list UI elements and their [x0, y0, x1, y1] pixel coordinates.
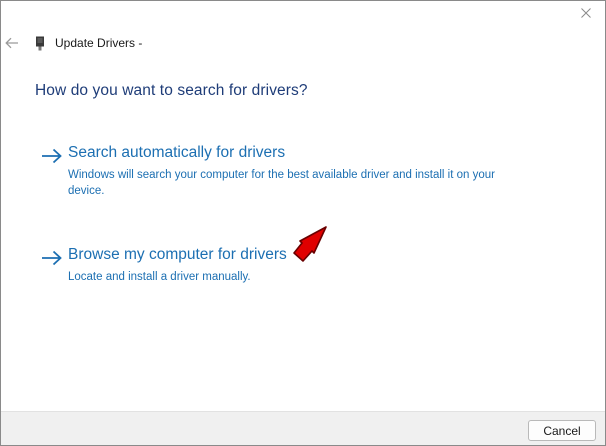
search-automatically-option[interactable]: Search automatically for drivers Windows…: [41, 144, 511, 200]
option-label: Search automatically for drivers: [68, 144, 286, 161]
dialog-footer: Cancel: [1, 411, 605, 445]
back-arrow-icon: [5, 37, 18, 49]
update-drivers-dialog: Update Drivers - How do you want to sear…: [0, 0, 606, 446]
right-arrow-icon: [42, 250, 62, 266]
option-label: Browse my computer for drivers: [68, 246, 287, 263]
close-icon: [581, 8, 591, 18]
right-arrow-icon: [42, 148, 62, 164]
device-icon: [34, 35, 46, 51]
dialog-title-bar: Update Drivers -: [34, 34, 142, 52]
close-button[interactable]: [575, 3, 597, 23]
red-pointer-arrow: [293, 226, 327, 262]
option-description: Windows will search your computer for th…: [68, 169, 495, 197]
back-button[interactable]: [3, 34, 21, 52]
page-heading: How do you want to search for drivers?: [35, 82, 308, 99]
cancel-button[interactable]: Cancel: [528, 420, 596, 441]
option-description: Locate and install a driver manually.: [68, 271, 251, 283]
dialog-title: Update Drivers -: [55, 36, 143, 50]
